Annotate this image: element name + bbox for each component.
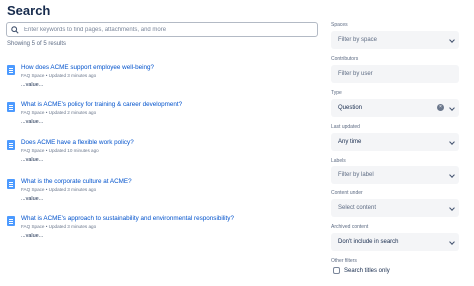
search-icon <box>11 25 19 34</box>
contributors-label: Contributors <box>331 56 359 62</box>
chevron-down-icon <box>449 172 455 178</box>
spaces-filter-value: Filter by space <box>338 37 378 43</box>
search-input[interactable] <box>24 26 314 33</box>
page-icon <box>7 65 15 75</box>
chevron-down-icon <box>449 205 455 211</box>
last-updated-filter[interactable]: Any time <box>331 133 459 151</box>
last-updated-label: Last updated <box>331 124 360 130</box>
result-title-link[interactable]: How does ACME support employee well-bein… <box>21 64 154 71</box>
result-item[interactable]: What is ACME's approach to sustainabilit… <box>0 214 320 244</box>
result-title-link[interactable]: What is the corporate culture at ACME? <box>21 178 132 185</box>
result-snippet: ...value... <box>21 196 44 202</box>
result-title-link[interactable]: Does ACME have a flexible work policy? <box>21 139 134 146</box>
archived-filter[interactable]: Don't include in search <box>331 233 459 251</box>
content-under-filter[interactable]: Select content <box>331 199 459 217</box>
result-meta: FAQ Space • Updated 2 minutes ago <box>21 110 97 115</box>
page-title: Search <box>7 3 51 18</box>
titles-only-checkbox[interactable] <box>333 267 340 274</box>
archived-label: Archived content <box>331 224 369 230</box>
labels-filter[interactable]: Filter by label <box>331 166 459 184</box>
search-box[interactable] <box>6 22 318 37</box>
chevron-down-icon <box>449 105 455 111</box>
spaces-label: Spaces <box>331 22 348 28</box>
clear-icon[interactable]: × <box>437 104 444 111</box>
result-item[interactable]: What is ACME's policy for training & car… <box>0 100 320 130</box>
contributors-filter-value: Filter by user <box>338 71 373 77</box>
result-snippet: ...value... <box>21 119 44 125</box>
type-label: Type <box>331 90 342 96</box>
last-updated-filter-value: Any time <box>338 139 362 145</box>
contributors-filter[interactable]: Filter by user <box>331 65 459 83</box>
content-under-filter-value: Select content <box>338 205 377 211</box>
result-item[interactable]: Does ACME have a flexible work policy? F… <box>0 138 320 168</box>
page-icon <box>7 216 15 226</box>
content-under-label: Content under <box>331 190 363 196</box>
result-item[interactable]: How does ACME support employee well-bein… <box>0 63 320 93</box>
chevron-down-icon <box>449 139 455 145</box>
titles-only-option[interactable]: Search titles only <box>333 267 390 274</box>
chevron-down-icon <box>449 239 455 245</box>
result-meta: FAQ Space • Updated 10 minutes ago <box>21 148 99 153</box>
results-count: Showing 5 of 5 results <box>7 41 67 47</box>
page-icon <box>7 140 15 150</box>
type-filter-value: Question <box>338 105 363 111</box>
titles-only-label: Search titles only <box>344 267 390 274</box>
archived-filter-value: Don't include in search <box>338 239 399 245</box>
other-filters-label: Other filters <box>331 258 357 264</box>
result-title-link[interactable]: What is ACME's policy for training & car… <box>21 101 182 108</box>
labels-label: Labels <box>331 158 346 164</box>
result-title-link[interactable]: What is ACME's approach to sustainabilit… <box>21 215 234 222</box>
chevron-down-icon <box>449 37 455 43</box>
labels-filter-value: Filter by label <box>338 172 374 178</box>
result-snippet: ...value... <box>21 233 44 239</box>
result-meta: FAQ Space • Updated 3 minutes ago <box>21 224 97 229</box>
result-meta: FAQ Space • Updated 3 minutes ago <box>21 73 97 78</box>
result-item[interactable]: What is the corporate culture at ACME? F… <box>0 177 320 207</box>
spaces-filter[interactable]: Filter by space <box>331 31 459 49</box>
page-icon <box>7 179 15 189</box>
result-snippet: ...value... <box>21 82 44 88</box>
type-filter[interactable]: Question × <box>331 99 459 117</box>
result-meta: FAQ Space • Updated 3 minutes ago <box>21 187 97 192</box>
result-snippet: ...value... <box>21 157 44 163</box>
page-icon <box>7 102 15 112</box>
